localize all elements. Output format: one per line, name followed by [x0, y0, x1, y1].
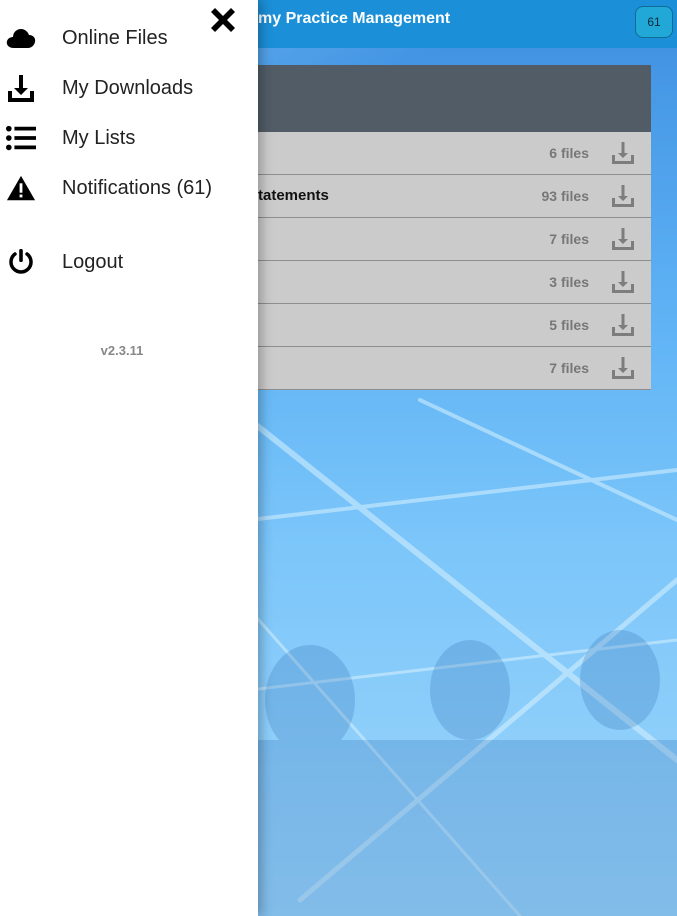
- file-count: 5 files: [549, 317, 589, 333]
- list-icon: [6, 123, 36, 153]
- menu-item-my-downloads[interactable]: My Downloads: [0, 65, 258, 111]
- download-icon[interactable]: [611, 356, 635, 380]
- menu-item-label: Notifications (61): [62, 176, 213, 199]
- cloud-icon: [6, 23, 36, 53]
- menu-item-label: My Downloads: [62, 76, 194, 99]
- download-icon[interactable]: [611, 270, 635, 294]
- menu-item-label: Logout: [62, 250, 124, 273]
- download-icon[interactable]: [611, 227, 635, 251]
- file-count: 7 files: [549, 360, 589, 376]
- app-title: my Practice Management: [258, 10, 451, 27]
- download-icon: [6, 73, 36, 103]
- notification-badge-button[interactable]: 61: [635, 6, 673, 38]
- file-count: 6 files: [549, 145, 589, 161]
- file-count: 3 files: [549, 274, 589, 290]
- file-count: 93 files: [541, 188, 589, 204]
- download-icon[interactable]: [611, 184, 635, 208]
- menu-item-online-files[interactable]: Online Files: [0, 15, 258, 61]
- menu-item-my-lists[interactable]: My Lists: [0, 115, 258, 161]
- file-count: 7 files: [549, 231, 589, 247]
- menu-item-notifications[interactable]: Notifications (61): [0, 165, 258, 211]
- menu-item-logout[interactable]: Logout: [0, 239, 258, 285]
- download-icon[interactable]: [611, 313, 635, 337]
- menu-item-label: My Lists: [62, 126, 136, 149]
- power-icon: [6, 247, 36, 277]
- side-drawer: Online Files My Downloads My Lists Notif…: [0, 0, 258, 916]
- download-icon[interactable]: [611, 141, 635, 165]
- app-version: v2.3.11: [100, 343, 144, 358]
- menu-item-label: Online Files: [62, 26, 168, 49]
- warning-icon: [6, 173, 36, 203]
- row-title: tatements: [258, 187, 329, 204]
